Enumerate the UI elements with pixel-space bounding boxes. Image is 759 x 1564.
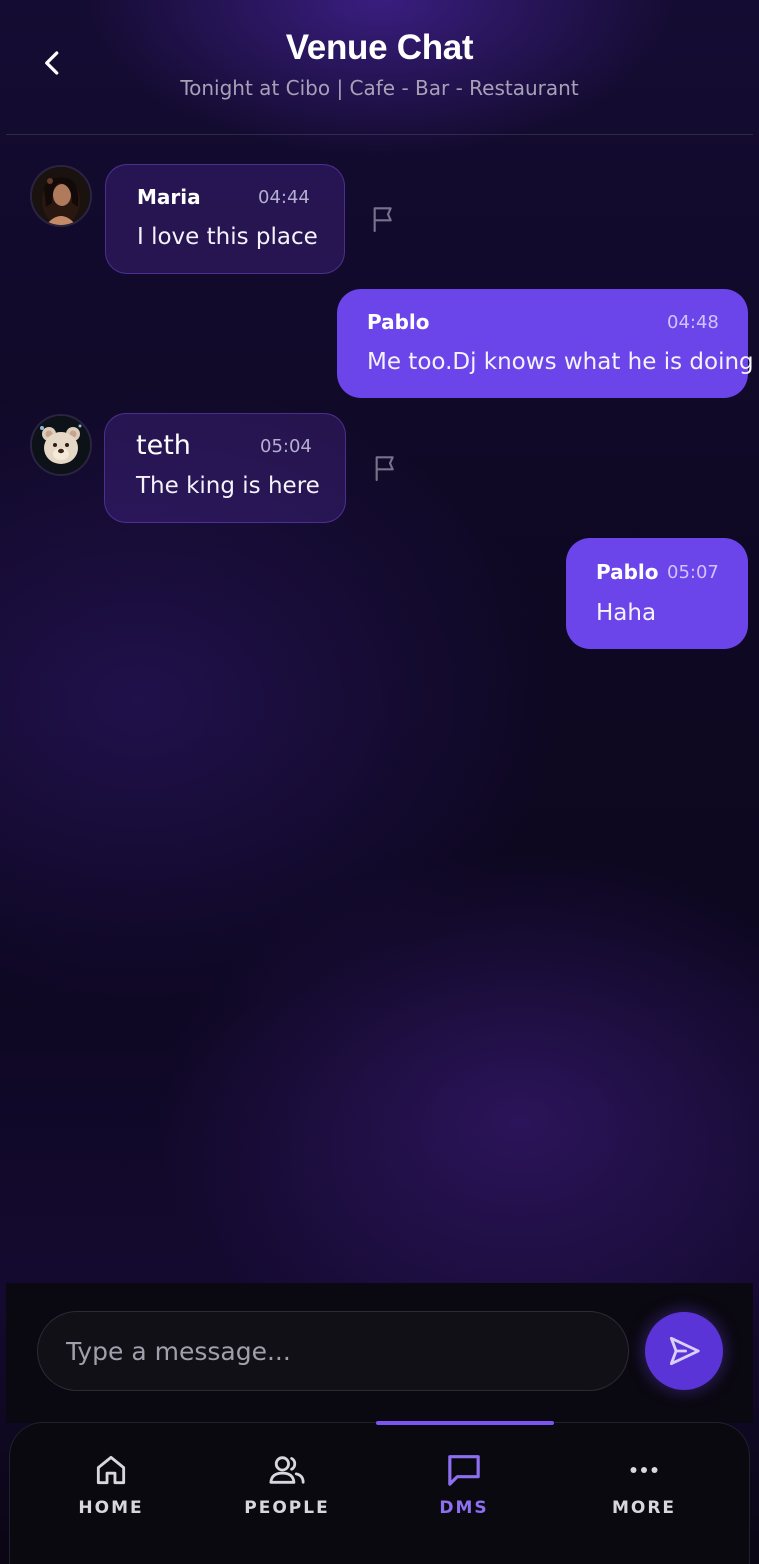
message-sender: Pablo bbox=[367, 310, 430, 334]
teddy-bear-avatar-icon bbox=[32, 416, 90, 474]
message-bubble[interactable]: Maria 04:44 I love this place bbox=[105, 164, 345, 274]
avatar-teddy-bear[interactable] bbox=[30, 414, 92, 476]
venue-chat-screen: Venue Chat Tonight at Cibo | Cafe - Bar … bbox=[0, 0, 759, 1564]
nav-label: DMS bbox=[439, 1498, 489, 1518]
message-bubble-own[interactable]: Pablo 05:07 Haha bbox=[566, 538, 748, 649]
header: Venue Chat Tonight at Cibo | Cafe - Bar … bbox=[0, 0, 759, 135]
message-sender: Pablo bbox=[596, 560, 659, 584]
message-time: 05:04 bbox=[260, 436, 312, 457]
nav-label: PEOPLE bbox=[244, 1498, 330, 1518]
flag-icon bbox=[373, 207, 392, 233]
message-text: Haha bbox=[596, 600, 657, 626]
message-input[interactable] bbox=[37, 1311, 629, 1391]
nav-home[interactable]: HOME bbox=[36, 1450, 186, 1530]
nav-more[interactable]: MORE bbox=[569, 1450, 719, 1530]
message-text: Me too.Dj knows what he is doing bbox=[367, 349, 754, 375]
message-sender: teth bbox=[136, 430, 191, 461]
page-title: Venue Chat bbox=[285, 28, 474, 67]
nav-label: HOME bbox=[78, 1498, 144, 1518]
header-divider bbox=[6, 134, 753, 135]
venue-subtitle: Tonight at Cibo | Cafe - Bar - Restauran… bbox=[180, 76, 579, 100]
more-dots-icon bbox=[630, 1467, 658, 1473]
active-tab-indicator bbox=[376, 1421, 554, 1425]
people-icon bbox=[269, 1456, 305, 1484]
message-time: 05:07 bbox=[667, 562, 719, 583]
nav-label: MORE bbox=[611, 1498, 677, 1518]
chat-bubble-icon bbox=[448, 1455, 480, 1486]
flag-icon bbox=[375, 456, 394, 482]
message-bubble[interactable]: teth 05:04 The king is here bbox=[104, 413, 346, 523]
message-text: The king is here bbox=[136, 473, 320, 499]
message-sender: Maria bbox=[137, 185, 201, 209]
avatar-photo-icon bbox=[32, 167, 90, 225]
message-time: 04:48 bbox=[667, 312, 719, 333]
message-text: I love this place bbox=[137, 224, 318, 250]
send-button[interactable] bbox=[645, 1312, 723, 1390]
nav-people[interactable]: PEOPLE bbox=[212, 1450, 362, 1530]
nav-dms[interactable]: DMS bbox=[389, 1450, 539, 1530]
report-button[interactable] bbox=[368, 203, 400, 235]
home-icon bbox=[96, 1455, 126, 1485]
message-time: 04:44 bbox=[258, 187, 310, 208]
avatar-maria[interactable] bbox=[30, 165, 92, 227]
message-bubble-own[interactable]: Pablo 04:48 Me too.Dj knows what he is d… bbox=[337, 289, 754, 398]
report-button[interactable] bbox=[370, 452, 402, 484]
send-icon bbox=[669, 1336, 700, 1366]
